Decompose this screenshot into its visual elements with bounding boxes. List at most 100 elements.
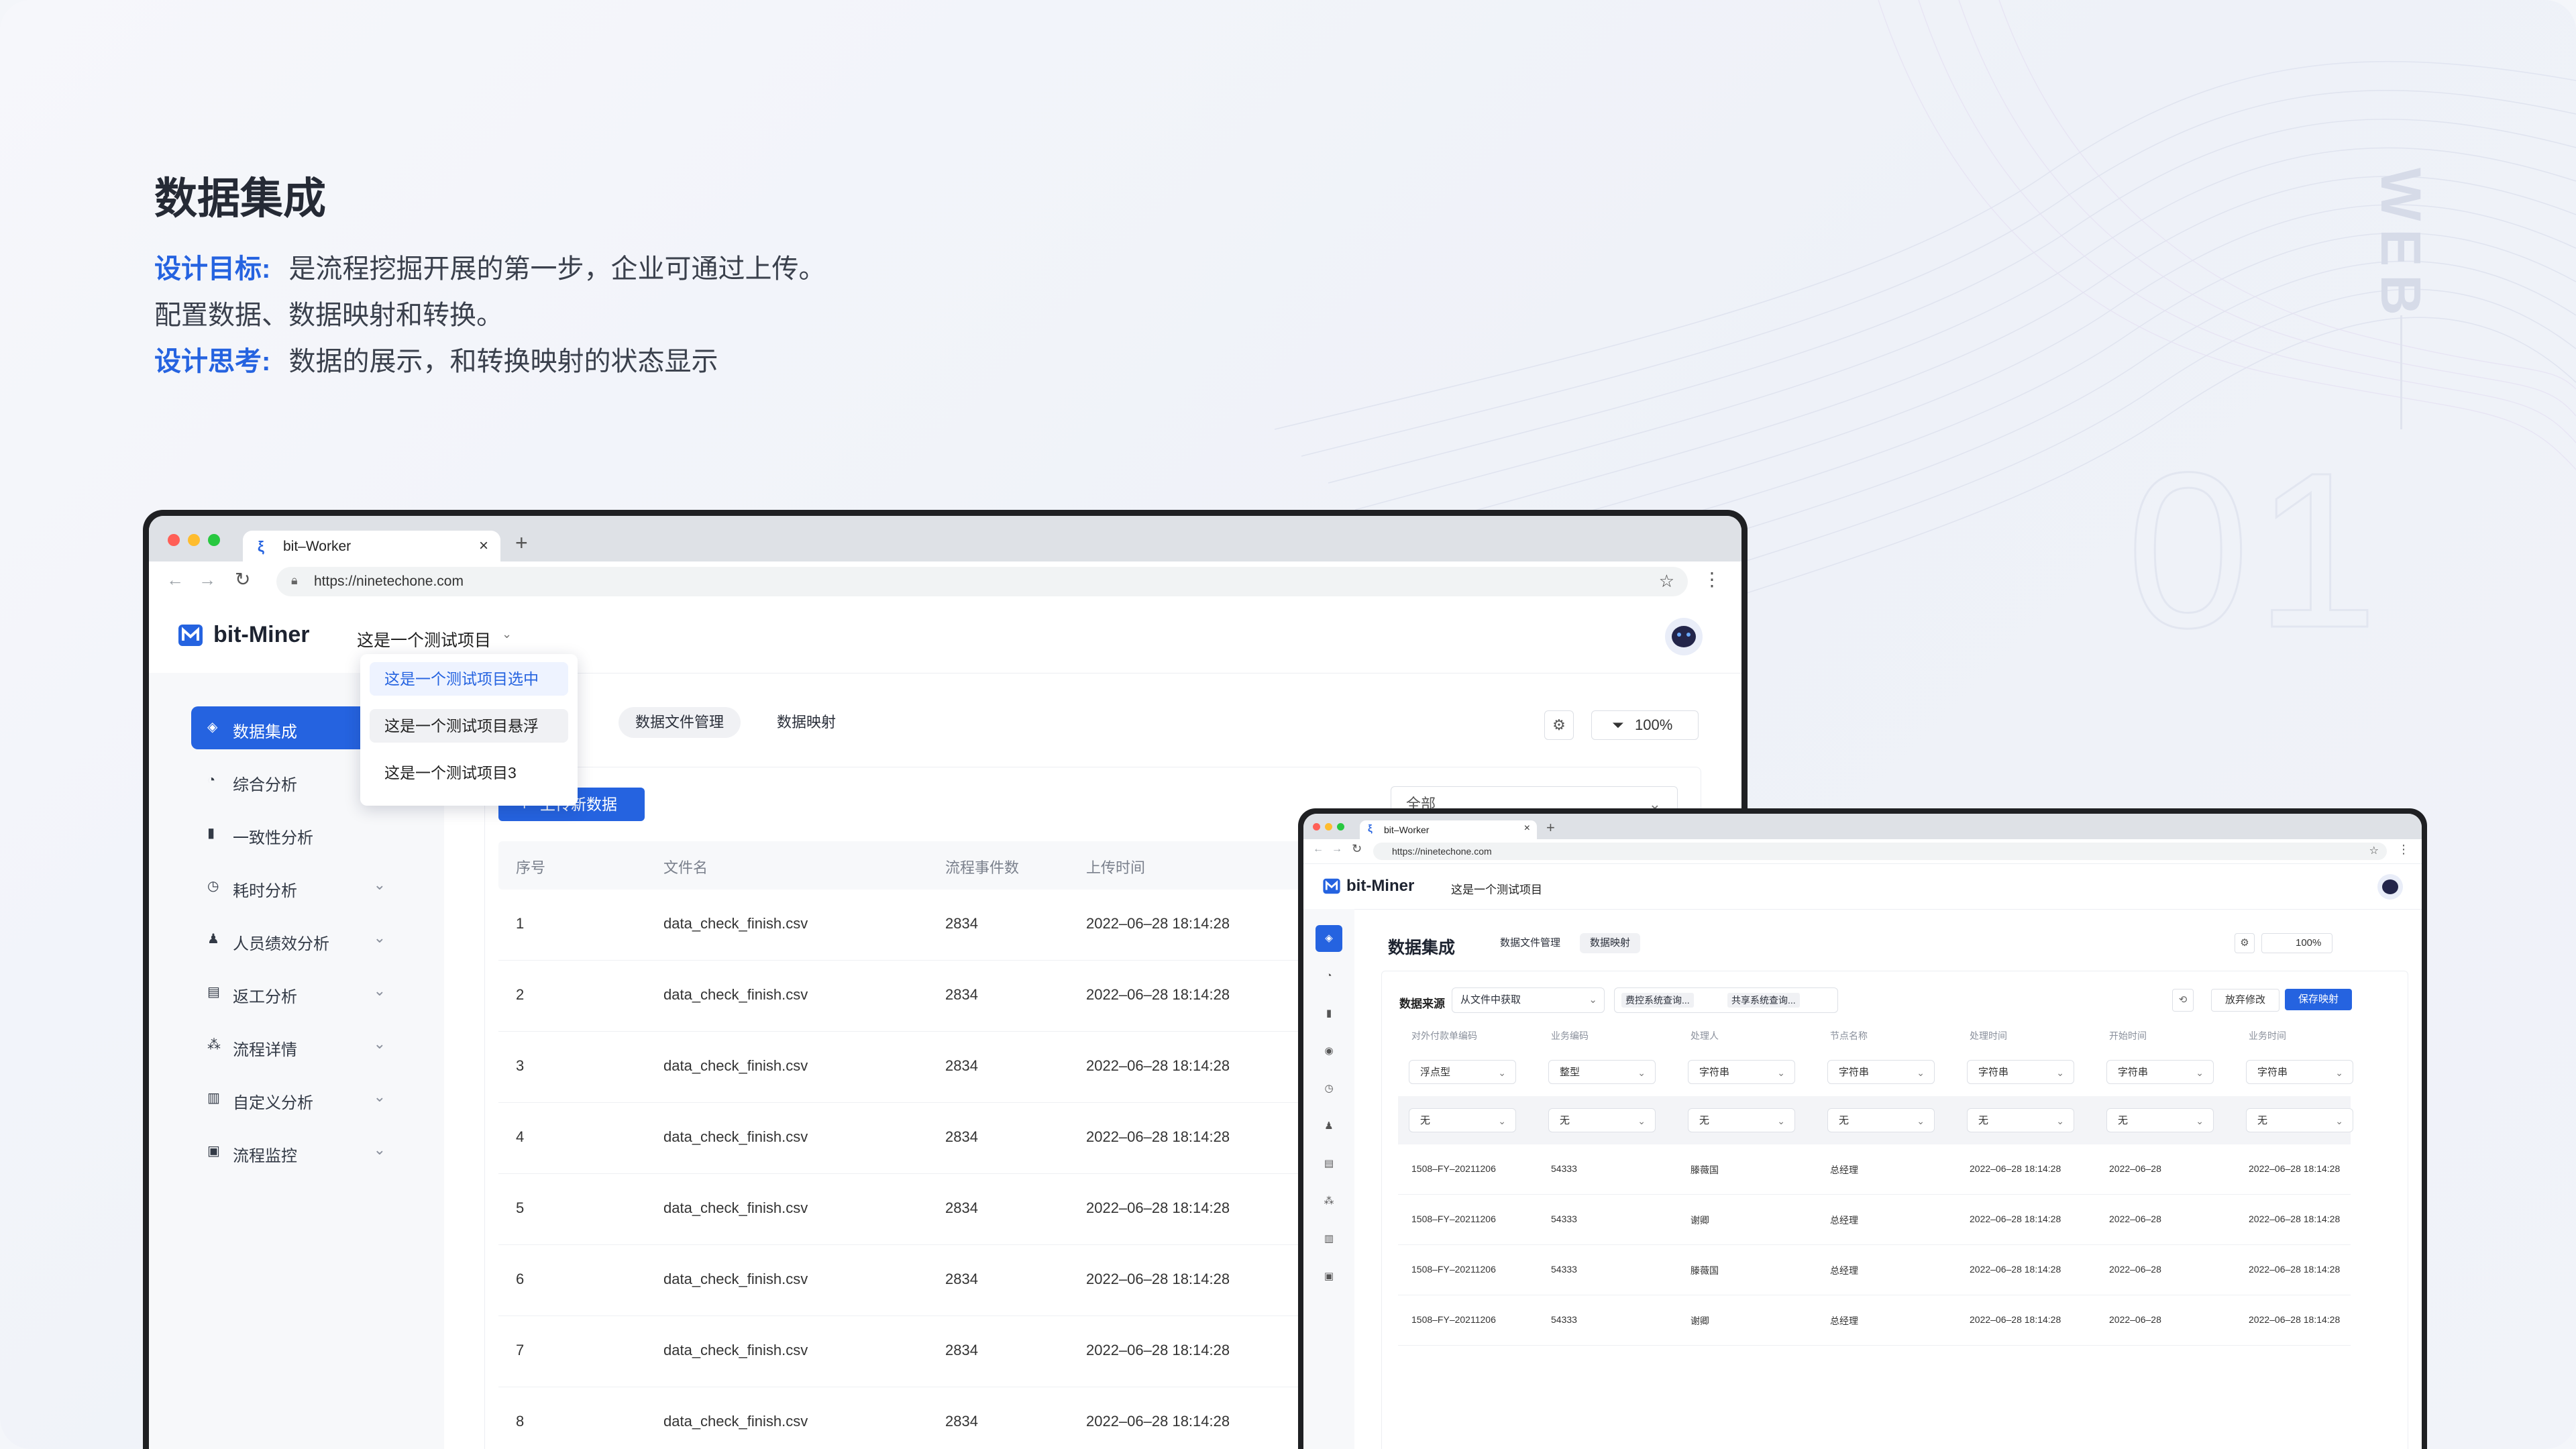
sidebar-item[interactable]: ▮ 一致性分析	[191, 812, 419, 855]
avatar[interactable]	[2377, 874, 2403, 900]
dropdown-item-selected[interactable]: 这是一个测试项目选中	[370, 662, 568, 696]
close-tab-icon[interactable]: ×	[1524, 822, 1530, 835]
minimize-window-dot[interactable]	[1325, 823, 1332, 830]
type-select[interactable]: 字符串 ⌄	[1827, 1060, 1935, 1084]
type-select[interactable]: 整型 ⌄	[1548, 1060, 1656, 1084]
type-select[interactable]: 字符串 ⌄	[2106, 1060, 2214, 1084]
chevron-down-icon[interactable]: ⌄	[374, 1141, 386, 1159]
settings-gear-icon[interactable]: ⚙	[2235, 933, 2255, 953]
mapping-select[interactable]: 无 ⌄	[1409, 1108, 1516, 1132]
new-tab-icon[interactable]: +	[515, 531, 528, 555]
mapping-select[interactable]: 无 ⌄	[1967, 1108, 2074, 1132]
url-field[interactable]: https://ninetechone.com ☆	[1373, 843, 2387, 860]
table-cell: 8	[516, 1413, 525, 1430]
tab-data-mapping[interactable]: 数据映射	[1580, 933, 1640, 953]
sidebar-icon[interactable]: ♟	[1316, 1113, 1342, 1140]
type-select[interactable]: 字符串 ⌄	[2246, 1060, 2353, 1084]
sidebar-icon[interactable]: ◔	[1316, 963, 1342, 989]
type-select[interactable]: 字符串 ⌄	[1967, 1060, 2074, 1084]
app-header: bit-Miner 这是一个测试项目	[1303, 863, 2422, 910]
table-header: 对外付款单编码 业务编码 处理人 节点名称 处理时间 开始时间 业务时间	[1398, 1021, 2351, 1048]
new-tab-icon[interactable]: +	[1546, 819, 1555, 837]
sidebar-icon[interactable]: ▣	[1316, 1263, 1342, 1290]
sidebar-item[interactable]: ▥ 自定义分析 ⌄	[191, 1077, 419, 1120]
sidebar-item[interactable]: ▣ 流程监控 ⌄	[191, 1130, 419, 1173]
tab-data-file-management[interactable]: 数据文件管理	[619, 707, 741, 738]
sidebar-item[interactable]: ♟ 人员绩效分析 ⌄	[191, 918, 419, 961]
forward-icon[interactable]: →	[199, 570, 216, 590]
project-selector[interactable]: 这是一个测试项目	[1451, 880, 1542, 897]
browser-menu-icon[interactable]: ⋮	[1703, 568, 1721, 590]
zoom-filter-button[interactable]: ⏷ 100%	[1591, 710, 1699, 740]
url-field[interactable]: 🔒︎ https://ninetechone.com ☆	[276, 567, 1688, 596]
mapping-select[interactable]: 无 ⌄	[1688, 1108, 1795, 1132]
avatar[interactable]	[1665, 618, 1703, 655]
history-icon[interactable]: ⟲	[2172, 989, 2194, 1012]
browser-menu-icon[interactable]: ⋮	[2398, 843, 2410, 857]
browser-tab[interactable]: ξ bit–Worker ×	[1360, 820, 1537, 839]
tab-data-file-management[interactable]: 数据文件管理	[1489, 933, 1572, 953]
chevron-down-icon[interactable]: ⌄	[374, 876, 386, 894]
maximize-window-dot[interactable]	[208, 534, 220, 546]
reload-icon[interactable]: ↻	[1352, 842, 1362, 856]
table-row[interactable]: 1508–FY–20211206 54333 谢卿 总经理 2022–06–28 18:…	[1398, 1295, 2351, 1346]
bookmark-star-icon[interactable]: ☆	[2369, 844, 2379, 857]
tag-chip[interactable]: 费控系统查询...	[1621, 993, 1694, 1008]
close-window-dot[interactable]	[168, 534, 180, 546]
close-tab-icon[interactable]: ×	[479, 537, 488, 555]
forward-icon[interactable]: →	[1332, 843, 1342, 855]
content-header: 数据文件管理 数据映射 ⚙ ⏷ 100%	[484, 673, 1701, 767]
save-mapping-button[interactable]: 保存映射	[2285, 989, 2352, 1010]
chevron-down-icon[interactable]: ⌄	[502, 627, 512, 641]
tag-chip[interactable]: 共享系统查询...	[1727, 993, 1800, 1008]
mapping-select[interactable]: 无 ⌄	[1827, 1108, 1935, 1132]
source-select[interactable]: 从文件中获取 ⌄	[1452, 987, 1605, 1013]
mapping-select[interactable]: 无 ⌄	[2246, 1108, 2353, 1132]
back-icon[interactable]: ←	[1313, 843, 1324, 855]
sidebar-item[interactable]: ◷ 耗时分析 ⌄	[191, 865, 419, 908]
project-selector[interactable]: 这是一个测试项目	[357, 627, 491, 651]
maximize-window-dot[interactable]	[1337, 823, 1344, 830]
close-window-dot[interactable]	[1313, 823, 1320, 830]
type-select[interactable]: 字符串 ⌄	[1688, 1060, 1795, 1084]
table-row[interactable]: 1508–FY–20211206 54333 滕薇国 总经理 2022–06–28 18…	[1398, 1245, 2351, 1295]
table-row[interactable]: 1508–FY–20211206 54333 谢卿 总经理 2022–06–28 18:…	[1398, 1195, 2351, 1245]
minimize-window-dot[interactable]	[188, 534, 200, 546]
mapping-card: 数据来源 从文件中获取 ⌄ 费控系统查询... 共享系统查询... ⟲ 放弃修改…	[1381, 971, 2408, 1449]
project-dropdown: 这是一个测试项目选中 这是一个测试项目悬浮 这是一个测试项目3	[360, 654, 578, 806]
settings-gear-icon[interactable]: ⚙	[1544, 710, 1574, 740]
sidebar-icon[interactable]: ▮	[1316, 1000, 1342, 1027]
bookmark-star-icon[interactable]: ☆	[1659, 571, 1674, 592]
chevron-down-icon[interactable]: ⌄	[374, 982, 386, 1000]
sidebar-icon[interactable]: ▤	[1316, 1150, 1342, 1177]
table-cell: 5	[516, 1199, 525, 1216]
table-cell: 2022–06–28	[2109, 1264, 2161, 1275]
sidebar-item[interactable]: ▤ 返工分析 ⌄	[191, 971, 419, 1014]
tab-data-mapping[interactable]: 数据映射	[763, 707, 850, 738]
dropdown-item-hover[interactable]: 这是一个测试项目悬浮	[370, 709, 568, 743]
sidebar-icon[interactable]: ◷	[1316, 1075, 1342, 1102]
dropdown-item-3[interactable]: 这是一个测试项目3	[370, 756, 568, 790]
mapping-select[interactable]: 无 ⌄	[2106, 1108, 2214, 1132]
chevron-down-icon[interactable]: ⌄	[374, 929, 386, 947]
reload-icon[interactable]: ↻	[235, 568, 250, 590]
mapping-select[interactable]: 无 ⌄	[1548, 1108, 1656, 1132]
back-icon[interactable]: ←	[166, 570, 184, 590]
sidebar-item[interactable]: ⁂ 流程详情 ⌄	[191, 1024, 419, 1067]
browser-window-second: ξ bit–Worker × + ← → ↻ https://ninetecho…	[1298, 808, 2427, 1449]
sidebar-icon[interactable]: ▥	[1316, 1226, 1342, 1252]
zoom-filter-button[interactable]: 100%	[2261, 933, 2332, 953]
type-select[interactable]: 浮点型 ⌄	[1409, 1060, 1516, 1084]
column-header: 业务时间	[2249, 1030, 2286, 1041]
chevron-down-icon[interactable]: ⌄	[374, 1088, 386, 1106]
tags-select[interactable]: 费控系统查询... 共享系统查询...	[1614, 987, 1838, 1013]
discard-changes-button[interactable]: 放弃修改	[2211, 989, 2279, 1012]
table-row[interactable]: 1508–FY–20211206 54333 滕薇国 总经理 2022–06–28 18…	[1398, 1144, 2351, 1195]
think-line: 设计思考: 数据的展示，和转换映射的状态显示	[154, 339, 718, 378]
sidebar-icon[interactable]: ◉	[1316, 1038, 1342, 1065]
sidebar-icon[interactable]: ⁂	[1316, 1188, 1342, 1215]
sidebar-icon[interactable]: ◈	[1316, 925, 1342, 952]
chevron-down-icon[interactable]: ⌄	[374, 1035, 386, 1053]
type-select-row: 浮点型 ⌄ 整型 ⌄ 字符串 ⌄ 字符串 ⌄ 字符串 ⌄ 字符串 ⌄ 字符串 ⌄	[1398, 1048, 2353, 1096]
browser-tab[interactable]: ξ bit–Worker ×	[243, 531, 500, 563]
